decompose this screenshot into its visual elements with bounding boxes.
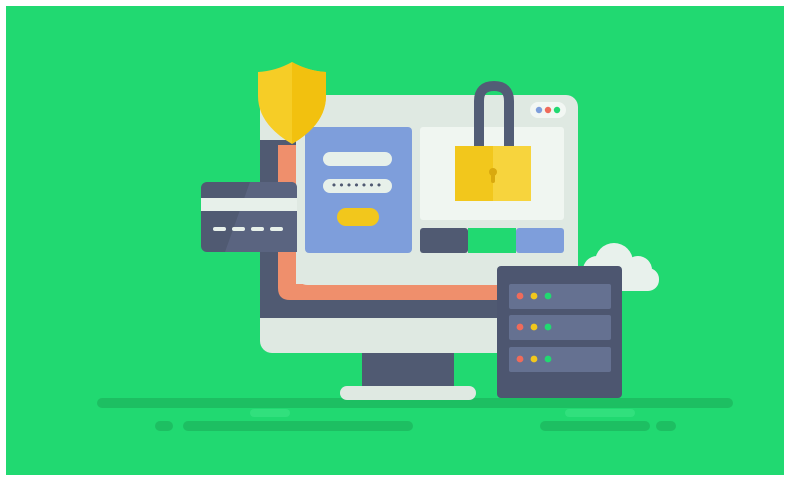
server-slot-3 [509,347,611,372]
window-dot-green [553,106,561,114]
login-button [337,208,379,226]
footer-block-blue [516,228,564,253]
monitor-stand [362,350,454,390]
server-rack-icon [497,266,622,398]
security-illustration: ••••••• [6,6,784,475]
footer-block-dark [420,228,468,253]
window-dot-blue [535,106,543,114]
username-field [323,152,392,166]
footer-block-green [468,228,516,253]
window-dot-red [544,106,552,114]
login-card: ••••••• [305,127,412,253]
credit-card-icon [201,182,297,252]
password-mask: ••••••• [331,179,383,192]
monitor-base [340,386,476,400]
server-slot-2 [509,315,611,340]
server-slot-1 [509,284,611,309]
